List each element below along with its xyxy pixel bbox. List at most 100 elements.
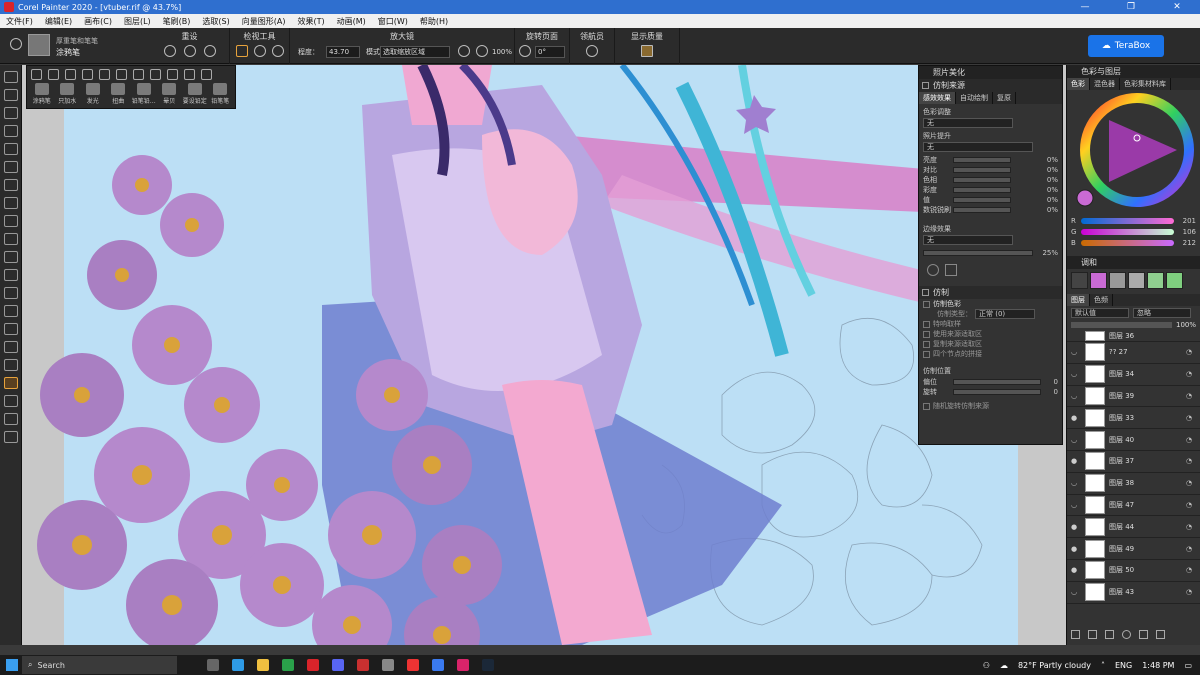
amount-field[interactable]: 43.70 xyxy=(326,46,360,58)
rgb-g-slider[interactable] xyxy=(1081,228,1174,235)
visibility-icon[interactable]: ◡ xyxy=(1071,501,1081,509)
checkbox-icon[interactable] xyxy=(923,340,930,348)
brush-category-item[interactable]: 铅笔笔 xyxy=(208,83,234,105)
task-view-icon[interactable] xyxy=(207,659,219,671)
windows-start-icon[interactable] xyxy=(6,659,18,671)
reset-effect-icon[interactable] xyxy=(927,264,939,276)
layer-stack-icon[interactable] xyxy=(1071,630,1080,639)
rgb-b-row[interactable]: B 212 xyxy=(1067,237,1200,248)
slider-track[interactable] xyxy=(953,157,1011,163)
navigator-icon[interactable] xyxy=(586,45,598,57)
help-icon[interactable] xyxy=(201,69,212,80)
undo-brush-icon[interactable] xyxy=(65,69,76,80)
swatch[interactable] xyxy=(1147,272,1164,289)
mirror-tool-icon[interactable] xyxy=(4,359,18,371)
menu-help[interactable]: 帮助(H) xyxy=(414,16,454,27)
layer-row[interactable]: 图层 36 xyxy=(1067,330,1200,342)
text-tool-icon[interactable] xyxy=(4,269,18,281)
paste-icon[interactable] xyxy=(133,69,144,80)
lock-icon[interactable]: ◔ xyxy=(1186,479,1196,487)
color-scheme-select[interactable]: 无 xyxy=(923,118,1013,128)
swatch[interactable] xyxy=(1128,272,1145,289)
edge-icon[interactable] xyxy=(232,659,244,671)
rotate-page-icon[interactable] xyxy=(519,45,531,57)
visibility-icon[interactable]: ◡ xyxy=(1071,588,1081,596)
offset-x-slider[interactable] xyxy=(953,379,1041,385)
clone-option[interactable]: 使用来源适取区 xyxy=(919,329,1062,339)
layer-row[interactable]: ◡ 图层 34 ◔ xyxy=(1067,364,1200,386)
vpn-icon[interactable] xyxy=(432,659,444,671)
tab-auto-paint[interactable]: 自动绘制 xyxy=(956,92,993,104)
visibility-icon[interactable]: ● xyxy=(1071,457,1081,465)
terabox-button[interactable]: ☁ TeraBox xyxy=(1088,35,1164,57)
people-icon[interactable]: ⚇ xyxy=(983,661,990,670)
tab-effects[interactable]: 感效效果 xyxy=(919,92,956,104)
checkbox-icon[interactable] xyxy=(923,300,930,308)
menu-effects[interactable]: 效果(T) xyxy=(291,16,330,27)
reset-tool-icon[interactable] xyxy=(164,45,176,57)
blend-icon[interactable] xyxy=(184,69,195,80)
discord-icon[interactable] xyxy=(332,659,344,671)
visibility-icon[interactable]: ◡ xyxy=(1071,479,1081,487)
actual-size-icon[interactable] xyxy=(476,45,488,57)
layer-row[interactable]: ◡ ?? 27 ◔ xyxy=(1067,342,1200,364)
lock-icon[interactable]: ◔ xyxy=(1186,545,1196,553)
lock-icon[interactable]: ◔ xyxy=(1186,501,1196,509)
offset-y-slider[interactable] xyxy=(953,389,1041,395)
layer-row[interactable]: ◡ 图层 39 ◔ xyxy=(1067,386,1200,408)
eraser-tool-icon[interactable] xyxy=(4,125,18,137)
new-brush-icon[interactable] xyxy=(31,69,42,80)
clone-header[interactable]: 仿制 xyxy=(919,286,1062,299)
rotate-angle-field[interactable]: 0° xyxy=(535,46,565,58)
shape-tool-icon[interactable] xyxy=(4,251,18,263)
rgb-r-row[interactable]: R 201 xyxy=(1067,215,1200,226)
lock-icon[interactable]: ◔ xyxy=(1186,523,1196,531)
magnifier-active-tool-icon[interactable] xyxy=(4,377,18,389)
redo-icon[interactable] xyxy=(204,45,216,57)
lock-icon[interactable]: ◔ xyxy=(1186,392,1196,400)
weather-text[interactable]: 82°F Partly cloudy xyxy=(1018,661,1091,670)
layer-row[interactable]: ● 图层 33 ◔ xyxy=(1067,407,1200,430)
brush-category-item[interactable]: 铅笔铅… xyxy=(131,83,157,105)
app-icon[interactable] xyxy=(357,659,369,671)
tab-color[interactable]: 色彩 xyxy=(1067,78,1090,90)
rgb-r-value[interactable]: 201 xyxy=(1174,217,1196,225)
brush-selector[interactable]: 厚重笔和笔笔 涂鸦笔 xyxy=(6,30,146,62)
clone-tool-icon[interactable] xyxy=(4,305,18,317)
menu-file[interactable]: 文件(F) xyxy=(0,16,39,27)
paint-bucket-tool-icon[interactable] xyxy=(4,107,18,119)
layer-row[interactable]: ◡ 图层 43 ◔ xyxy=(1067,582,1200,604)
rgb-b-slider[interactable] xyxy=(1081,239,1174,246)
pen-tool-icon[interactable] xyxy=(4,233,18,245)
checkbox-icon[interactable] xyxy=(923,350,930,358)
tab-mixer[interactable]: 混色器 xyxy=(1090,78,1120,90)
undo-icon[interactable] xyxy=(184,45,196,57)
visibility-icon[interactable]: ● xyxy=(1071,545,1081,553)
input-language[interactable]: ENG xyxy=(1115,661,1132,670)
composite-select[interactable]: 忽略 xyxy=(1133,308,1191,318)
new-layer-icon[interactable] xyxy=(1139,630,1148,639)
clone-color-checkbox[interactable]: 仿制色彩 xyxy=(919,299,1062,309)
collapse-icon[interactable] xyxy=(922,82,929,89)
collapse-icon[interactable] xyxy=(922,289,929,296)
tray-chevron-icon[interactable]: ˄ xyxy=(1101,661,1105,670)
display-quality-icon[interactable] xyxy=(641,45,653,57)
visibility-icon[interactable]: ◡ xyxy=(1071,348,1081,356)
clone-option[interactable]: 复制来源适取区 xyxy=(919,339,1062,349)
close-button[interactable]: ✕ xyxy=(1154,2,1200,12)
lock-layer-icon[interactable] xyxy=(1156,630,1165,639)
brush-category-item[interactable]: 发光 xyxy=(80,83,106,105)
magic-wand-tool-icon[interactable] xyxy=(4,197,18,209)
opacity-row[interactable]: 100% xyxy=(1067,320,1200,330)
apply-effect-icon[interactable] xyxy=(945,264,957,276)
opacity-slider[interactable] xyxy=(1071,322,1172,328)
swatch[interactable] xyxy=(1090,272,1107,289)
layer-adjuster-tool-icon[interactable] xyxy=(4,143,18,155)
clock[interactable]: 1:48 PM xyxy=(1142,661,1174,670)
redo-brush-icon[interactable] xyxy=(82,69,93,80)
layer-row[interactable]: ◡ 图层 38 ◔ xyxy=(1067,473,1200,495)
surface-select[interactable]: 无 xyxy=(923,235,1013,245)
line-app-icon[interactable] xyxy=(282,659,294,671)
tab-color-sets[interactable]: 色彩集材料库 xyxy=(1120,78,1171,90)
slider-row[interactable]: 对比 0% xyxy=(919,165,1062,175)
